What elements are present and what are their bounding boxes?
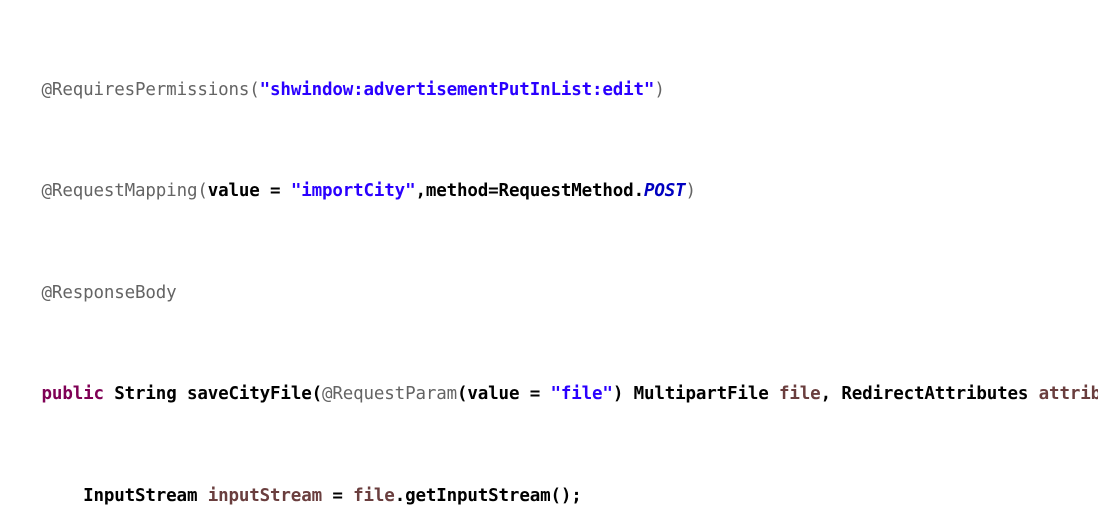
local-variable-token: file xyxy=(353,485,395,506)
local-variable-token: attributes xyxy=(1038,384,1098,405)
code-line: InputStream inputStream = file.getInputS… xyxy=(0,485,582,506)
local-variable-token: file xyxy=(779,384,821,405)
annotation-token: @RequestParam xyxy=(321,384,458,405)
code-line: @RequiresPermissions("shwindow:advertise… xyxy=(41,80,665,101)
string-literal: "importCity" xyxy=(290,181,416,202)
string-literal: "shwindow:advertisementPutInList:edit" xyxy=(259,80,655,101)
keyword-token: public xyxy=(41,384,104,405)
annotation-token: @RequestMapping( xyxy=(41,181,208,202)
code-line: @RequestMapping(value = "importCity",met… xyxy=(41,181,697,202)
code-line: @ResponseBody xyxy=(0,281,1098,306)
string-literal: "file" xyxy=(550,384,613,405)
annotation-token: @ResponseBody xyxy=(41,282,177,303)
code-line: public String saveCityFile(@RequestParam… xyxy=(0,382,1098,407)
local-variable-token: inputStream xyxy=(207,485,322,506)
code-text-area[interactable]: @RequiresPermissions("shwindow:advertise… xyxy=(0,0,1098,518)
static-field-token: POST xyxy=(643,181,686,202)
annotation-token: @RequiresPermissions( xyxy=(41,80,260,101)
code-editor-viewport[interactable]: @RequiresPermissions("shwindow:advertise… xyxy=(0,0,1098,518)
